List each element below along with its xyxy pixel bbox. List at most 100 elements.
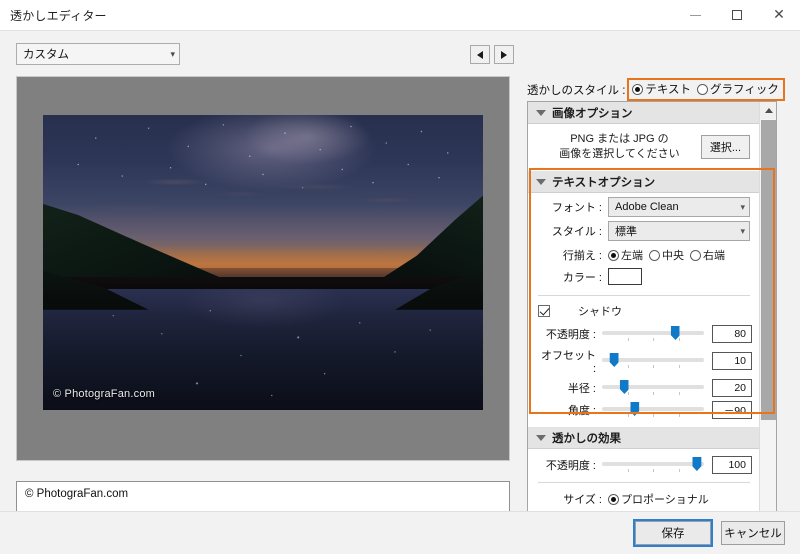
radio-icon [608,493,619,505]
align-option-center-label: 中央 [662,250,684,262]
chevron-up-icon [764,108,773,113]
style-option-graphic-label: グラフィック [710,84,779,96]
minimize-button[interactable] [674,0,716,30]
size-option-proportional[interactable]: プロポーショナル [608,491,709,507]
font-style-row: スタイル : 標準 ▾ [528,217,760,241]
shadow-opacity-label: 不透明度 : [545,329,596,341]
close-button[interactable]: ✕ [758,0,800,30]
radio-icon [608,249,619,261]
watermark-style-label: 透かしのスタイル : [527,84,626,97]
triangle-down-icon [536,178,546,185]
dialog-body: カスタム ▾ © PhotograFan.com © PhotograFan.c [0,30,800,531]
cancel-button[interactable]: キャンセル [721,521,785,545]
save-button[interactable]: 保存 [633,519,713,547]
shadow-opacity-slider[interactable] [602,325,704,343]
align-option-right-label: 右端 [703,250,725,262]
font-label: フォント : [551,202,602,214]
shadow-checkbox[interactable] [538,305,550,317]
size-row: サイズ : プロポーショナル [528,483,760,507]
watermark-style-row: 透かしのスタイル : テキスト グラフィック [527,78,785,101]
slider-track [602,331,704,335]
color-label: カラー : [562,271,602,284]
shadow-radius-value[interactable]: 20 [712,379,752,397]
image-options-body: PNG または JPG の 画像を選択してください 選択... [528,124,760,171]
radio-icon [649,249,660,261]
close-icon: ✕ [773,7,785,23]
options-panel-content: 画像オプション PNG または JPG の 画像を選択してください 選択... … [528,102,760,530]
style-option-text[interactable]: テキスト [632,81,691,97]
color-row: カラー : [528,263,760,293]
options-panel: 画像オプション PNG または JPG の 画像を選択してください 選択... … [527,101,777,531]
chevron-right-icon [501,50,507,59]
section-image-options-header[interactable]: 画像オプション [528,102,760,124]
align-option-left[interactable]: 左端 [608,247,643,263]
preview-photo: © PhotograFan.com [43,115,483,410]
size-option-proportional-label: プロポーショナル [621,494,709,506]
shadow-angle-slider[interactable] [602,401,704,419]
slider-ticks [602,469,704,473]
align-option-right[interactable]: 右端 [690,247,725,263]
chevron-left-icon [477,50,483,59]
font-style-label: スタイル : [551,226,602,238]
shadow-radius-row: 半径 : 20 [528,375,760,397]
shadow-label: シャドウ [578,306,622,318]
image-options-description-line2: 画像を選択してください [559,148,680,160]
slider-track [602,462,704,466]
font-style-dropdown[interactable]: 標準 ▾ [608,221,750,241]
effect-opacity-value[interactable]: 100 [712,456,752,474]
section-text-options-title: テキストオプション [552,176,656,189]
section-watermark-effects-header[interactable]: 透かしの効果 [528,427,760,449]
section-image-options-title: 画像オプション [552,107,633,120]
shadow-radius-label: 半径 : [567,383,596,395]
shadow-offset-label: オフセット : [541,350,596,375]
chevron-down-icon: ▾ [170,48,175,59]
shadow-angle-value[interactable]: －90 [712,401,752,419]
title-bar: 透かしエディター ✕ [0,0,800,30]
align-option-left-label: 左端 [621,250,643,262]
chevron-down-icon: ▾ [740,201,745,212]
image-options-description: PNG または JPG の 画像を選択してください [538,132,701,162]
radio-icon [697,83,709,95]
radio-icon [632,83,644,95]
scrollbar-thumb[interactable] [761,120,776,420]
section-text-options-header[interactable]: テキストオプション [528,171,760,193]
shadow-radius-slider[interactable] [602,379,704,397]
scroll-up-button[interactable] [760,102,776,119]
slider-ticks [602,414,704,418]
shadow-opacity-value[interactable]: 80 [712,325,752,343]
font-row: フォント : Adobe Clean ▾ [528,193,760,217]
font-dropdown[interactable]: Adobe Clean ▾ [608,197,750,217]
next-button[interactable] [494,45,514,64]
shadow-opacity-row: 不透明度 : 80 [528,321,760,343]
choose-image-button[interactable]: 選択... [700,135,750,159]
radio-icon [690,249,701,261]
effect-opacity-slider[interactable] [602,456,704,474]
font-value: Adobe Clean [615,201,679,213]
effect-opacity-label: 不透明度 : [545,460,596,472]
preset-navigation [470,45,514,64]
previous-button[interactable] [470,45,490,64]
shadow-offset-row: オフセット : 10 [528,343,760,375]
color-swatch[interactable] [608,268,642,285]
maximize-button[interactable] [716,0,758,30]
panel-scrollbar[interactable] [759,102,776,530]
window-title: 透かしエディター [10,8,107,23]
font-style-value: 標準 [615,226,637,238]
style-option-graphic[interactable]: グラフィック [697,81,779,97]
style-option-text-label: テキスト [645,84,692,96]
dialog-footer: 保存 キャンセル [0,511,800,554]
slider-ticks [602,392,704,396]
watermark-style-radio-group: テキスト グラフィック [627,78,785,101]
shadow-offset-slider[interactable] [602,352,704,370]
preview-canvas: © PhotograFan.com [16,76,510,461]
preset-dropdown[interactable]: カスタム ▾ [16,43,180,65]
shadow-header-row: シャドウ [528,296,760,321]
align-option-center[interactable]: 中央 [649,247,684,263]
minimize-icon [689,14,701,16]
preview-watermark-text: © PhotograFan.com [53,388,155,400]
slider-ticks [602,365,704,369]
shadow-offset-value[interactable]: 10 [712,352,752,370]
section-watermark-effects-title: 透かしの効果 [552,432,621,445]
preset-value: カスタム [23,49,69,61]
alignment-label: 行揃え : [562,250,602,262]
